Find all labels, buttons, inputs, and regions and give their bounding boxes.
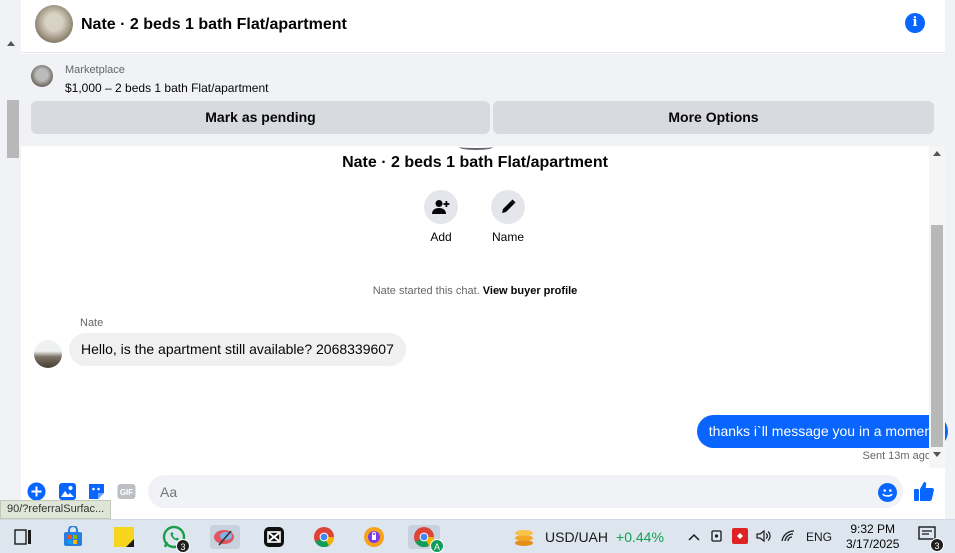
add-people-action[interactable]: Add	[411, 190, 471, 244]
ticker-name: USD/UAH	[545, 529, 609, 545]
message-input[interactable]	[148, 475, 903, 508]
capcut-icon[interactable]	[262, 525, 286, 549]
wifi-icon[interactable]	[780, 529, 796, 546]
mark-pending-button[interactable]: Mark as pending	[31, 101, 490, 134]
store-icon[interactable]	[61, 525, 85, 549]
conversation-area: Nate · 2 beds 1 bath Flat/apartment Add …	[21, 144, 948, 468]
conversation-title: Nate · 2 beds 1 bath Flat/apartment	[342, 154, 608, 171]
outer-scrollbar[interactable]	[0, 0, 21, 519]
notification-badge: 3	[930, 538, 944, 552]
vpn-icon[interactable]	[362, 525, 386, 549]
whatsapp-badge: 3	[176, 539, 190, 553]
gif-label: GIF	[120, 488, 133, 497]
chrome-profile-badge: A	[430, 539, 444, 553]
listing-avatar[interactable]	[35, 5, 73, 43]
listing-summary[interactable]: $1,000 – 2 beds 1 bath Flat/apartment	[65, 81, 268, 95]
language-indicator[interactable]: ENG	[806, 530, 832, 544]
clock[interactable]: 9:32 PM 3/17/2025	[846, 522, 899, 552]
photo-icon[interactable]	[58, 482, 77, 501]
add-person-icon[interactable]	[424, 190, 458, 224]
speaker-icon[interactable]	[756, 529, 772, 546]
ticker-change: +0.44%	[616, 529, 664, 545]
started-text: Nate started this chat.	[372, 285, 480, 297]
name-chat-action[interactable]: Name	[478, 190, 538, 244]
name-label: Name	[491, 230, 524, 244]
meet-now-icon[interactable]	[710, 529, 724, 546]
currency-widget[interactable]: USD/UAH +0.44%	[513, 520, 664, 553]
system-tray: ENG	[688, 520, 832, 553]
info-icon[interactable]: i	[905, 13, 925, 33]
scroll-thumb[interactable]	[931, 225, 943, 447]
listing-thumbnail[interactable]	[31, 65, 53, 87]
chat-header: Nate · 2 beds 1 bath Flat/apartment i	[21, 0, 945, 53]
emoji-icon[interactable]	[878, 483, 897, 502]
scroll-down-arrow[interactable]	[933, 452, 941, 457]
windows-taskbar: 3 A USD/UAH +0.44% ENG 9:32 PM 3/17/2025…	[0, 519, 955, 553]
recorder-icon[interactable]	[732, 527, 748, 547]
add-label: Add	[430, 230, 452, 244]
chat-title[interactable]: Nate · 2 beds 1 bath Flat/apartment	[81, 16, 347, 34]
profile-avatar-edge	[459, 144, 493, 150]
message-sender-name: Nate	[80, 317, 104, 329]
conversation-scrollbar[interactable]	[929, 146, 945, 468]
buyer-avatar[interactable]	[34, 340, 62, 368]
chrome-profile-icon[interactable]: A	[408, 525, 444, 553]
snipping-tool-icon[interactable]	[210, 525, 240, 549]
date: 3/17/2025	[846, 537, 900, 551]
message-status: Sent 13m ago	[862, 450, 932, 462]
whatsapp-icon[interactable]: 3	[162, 525, 190, 553]
marketplace-label: Marketplace	[65, 64, 125, 76]
marketplace-panel: Marketplace $1,000 – 2 beds 1 bath Flat/…	[21, 54, 945, 146]
view-buyer-profile-link[interactable]: View buyer profile	[483, 285, 578, 297]
thumbs-up-icon[interactable]	[913, 480, 935, 507]
time: 9:32 PM	[850, 522, 896, 536]
more-options-button[interactable]: More Options	[493, 101, 934, 134]
scroll-thumb[interactable]	[7, 100, 19, 158]
incoming-message[interactable]: Hello, is the apartment still available?…	[69, 333, 406, 366]
status-bar-url: 90/?referralSurfac...	[0, 500, 112, 519]
chat-window: Nate · 2 beds 1 bath Flat/apartment i Ma…	[21, 0, 948, 519]
scroll-up-arrow[interactable]	[933, 151, 941, 156]
chat-started-notice: Nate started this chat. View buyer profi…	[21, 285, 929, 297]
pencil-icon[interactable]	[491, 190, 525, 224]
coin-stack-icon	[513, 526, 535, 548]
task-view-icon[interactable]	[11, 525, 35, 549]
chevron-up-icon[interactable]	[688, 530, 700, 544]
sticker-icon[interactable]	[87, 482, 106, 501]
notification-icon[interactable]: 3	[918, 526, 944, 552]
gif-icon[interactable]: GIF	[117, 482, 136, 501]
chrome-icon[interactable]	[312, 525, 336, 549]
plus-circle-icon[interactable]	[27, 482, 46, 501]
message-composer: GIF	[21, 468, 945, 519]
scroll-up-arrow[interactable]	[7, 41, 15, 46]
sticky-notes-icon[interactable]	[112, 525, 136, 549]
outgoing-message[interactable]: thanks i`ll message you in a moment	[696, 415, 948, 448]
